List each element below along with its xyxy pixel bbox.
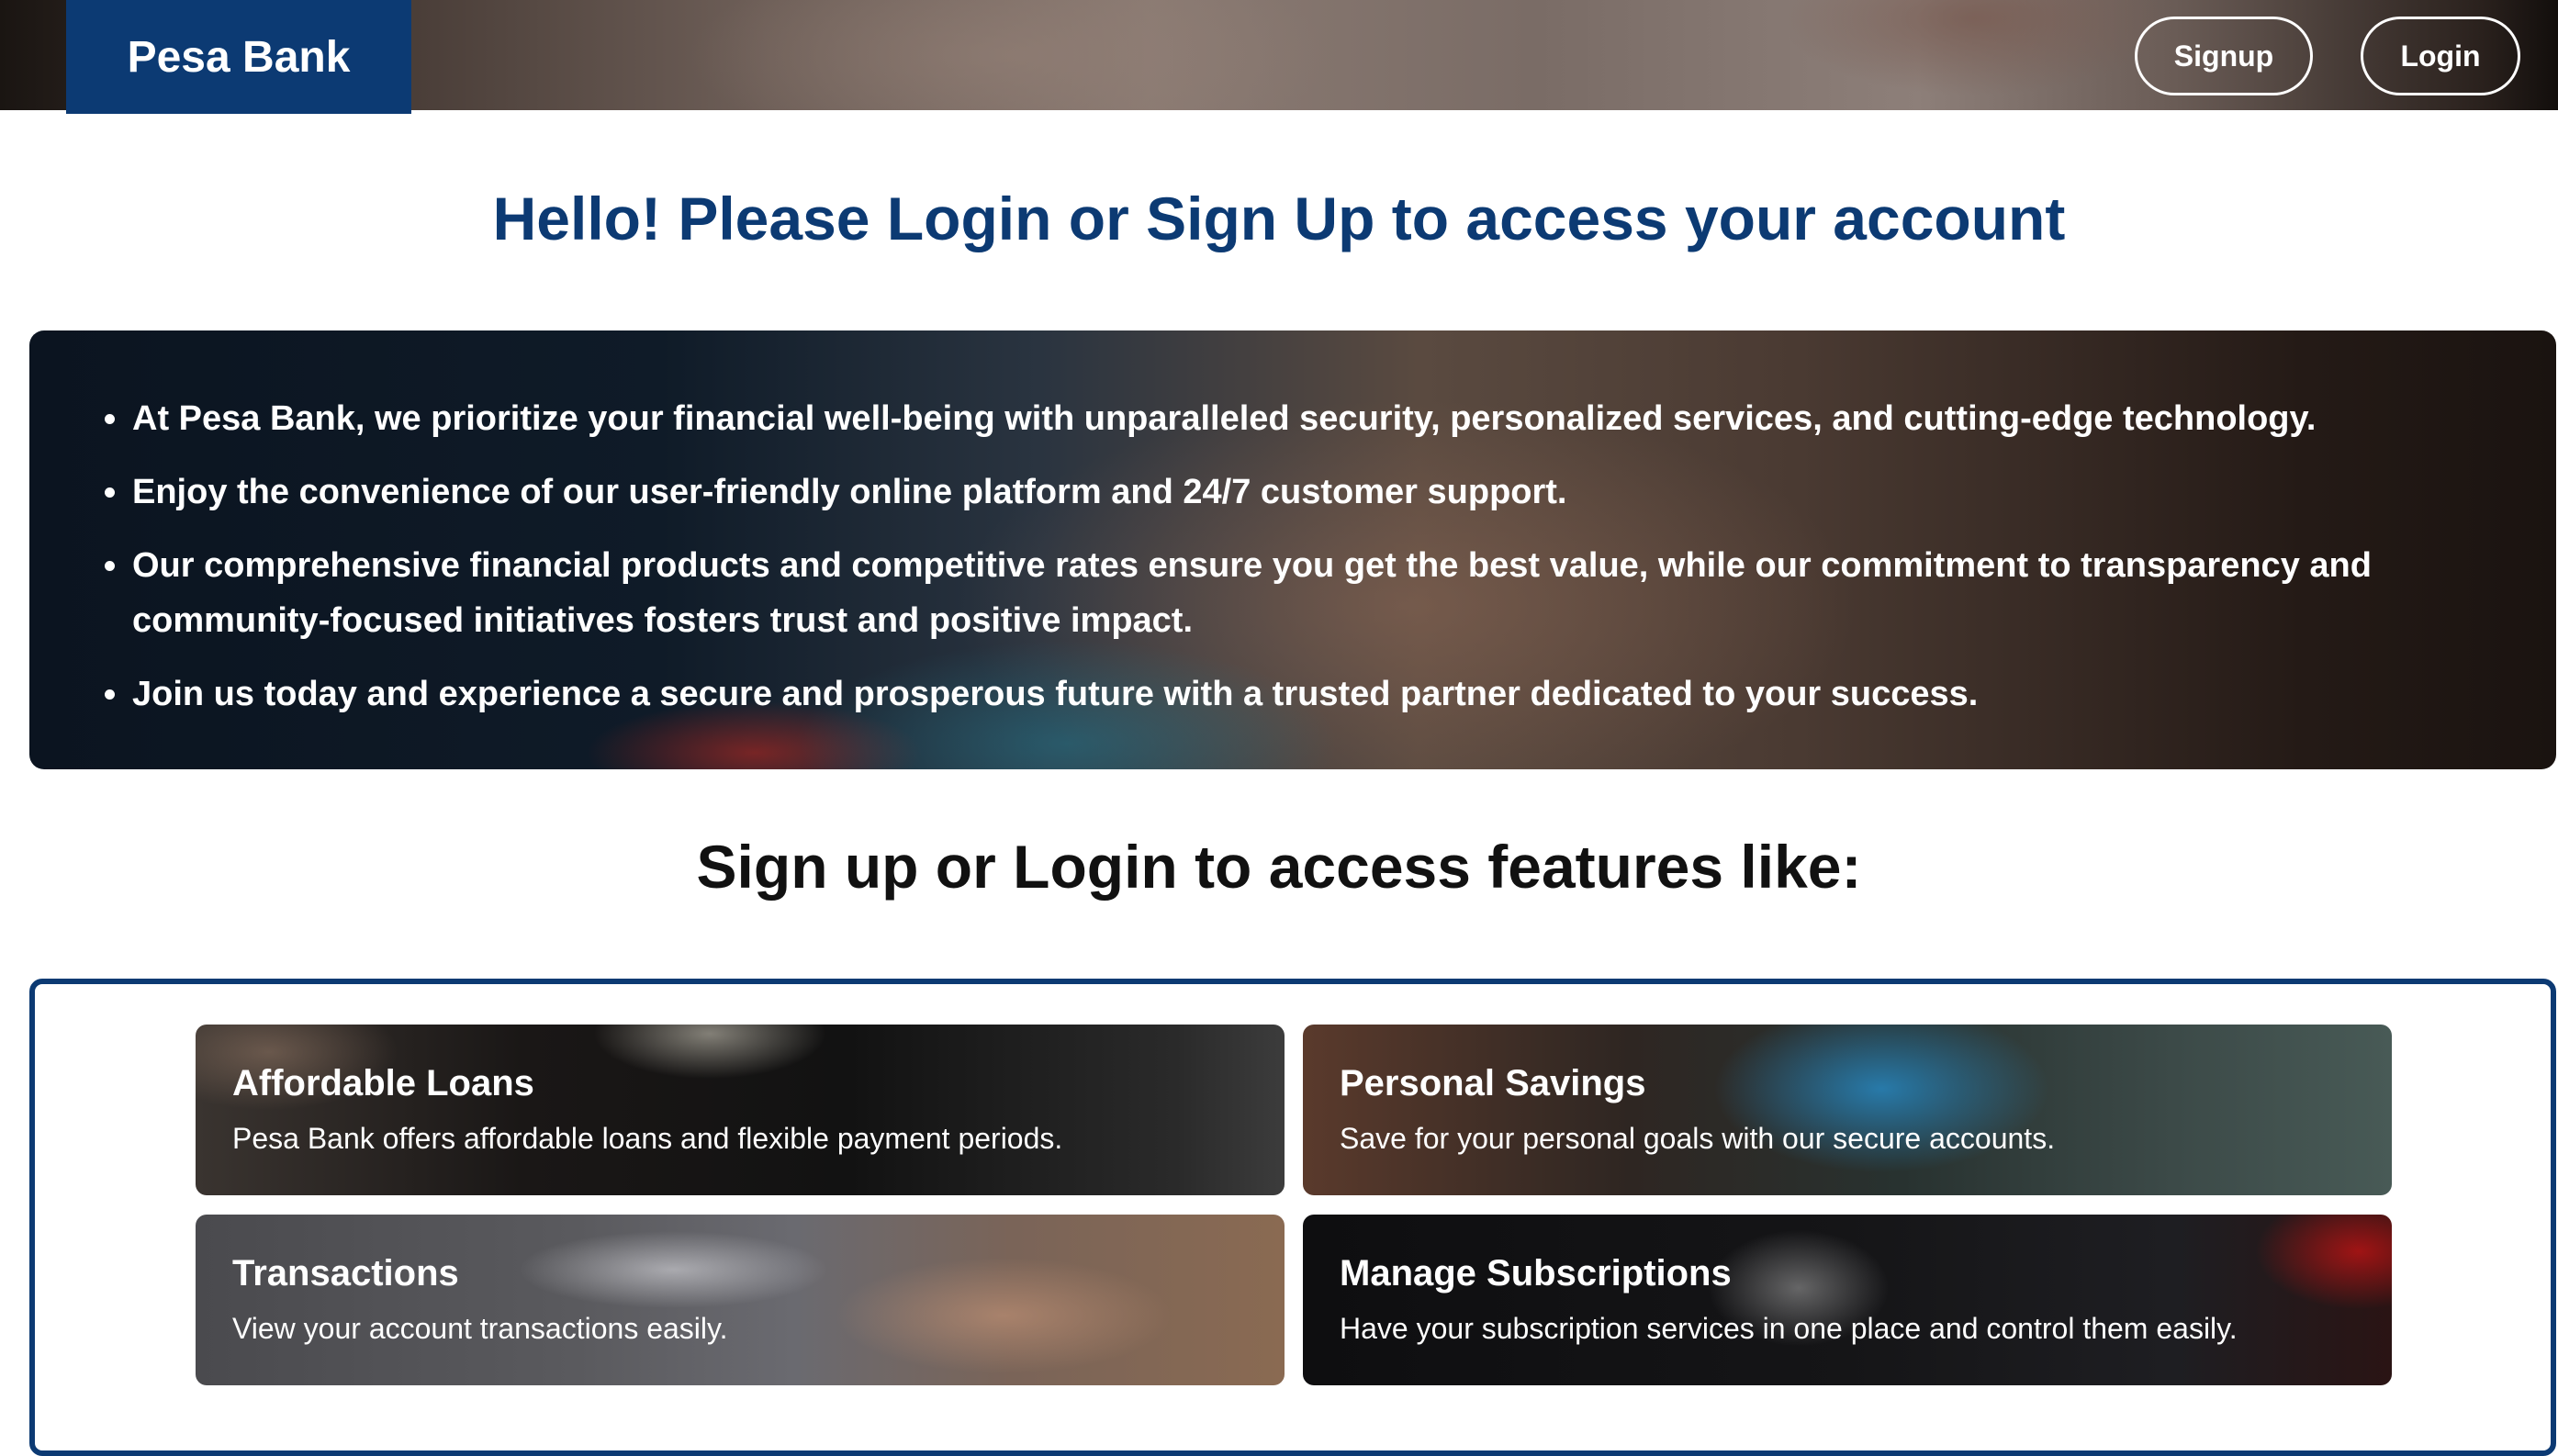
feature-card-description: Pesa Bank offers affordable loans and fl… bbox=[232, 1122, 1063, 1155]
features-heading: Sign up or Login to access features like… bbox=[696, 833, 1862, 901]
feature-card-description: Save for your personal goals with our se… bbox=[1340, 1122, 2056, 1155]
info-list: At Pesa Bank, we prioritize your financi… bbox=[105, 391, 2483, 740]
feature-card-title: Affordable Loans bbox=[232, 1063, 534, 1103]
feature-card-transactions[interactable]: Transactions View your account transacti… bbox=[196, 1215, 1285, 1385]
feature-card-description: View your account transactions easily. bbox=[232, 1312, 728, 1345]
feature-card-subscriptions[interactable]: Manage Subscriptions Have your subscript… bbox=[1303, 1215, 2392, 1385]
page-title: Hello! Please Login or Sign Up to access… bbox=[492, 185, 2066, 252]
info-point: At Pesa Bank, we prioritize your financi… bbox=[105, 391, 2483, 446]
info-panel: At Pesa Bank, we prioritize your financi… bbox=[29, 330, 2556, 769]
feature-card-savings[interactable]: Personal Savings Save for your personal … bbox=[1303, 1025, 2392, 1195]
info-point: Join us today and experience a secure an… bbox=[105, 666, 2483, 722]
signup-button[interactable]: Signup bbox=[2135, 17, 2313, 95]
feature-card-loans[interactable]: Affordable Loans Pesa Bank offers afford… bbox=[196, 1025, 1285, 1195]
feature-card-title: Transactions bbox=[232, 1253, 459, 1294]
feature-card-title: Personal Savings bbox=[1340, 1063, 1646, 1103]
brand-logo[interactable]: Pesa Bank bbox=[66, 0, 411, 114]
info-point: Our comprehensive financial products and… bbox=[105, 538, 2483, 648]
login-button[interactable]: Login bbox=[2361, 17, 2520, 95]
info-point: Enjoy the convenience of our user-friend… bbox=[105, 465, 2483, 520]
feature-card-description: Have your subscription services in one p… bbox=[1340, 1312, 2238, 1345]
feature-card-title: Manage Subscriptions bbox=[1340, 1253, 1732, 1294]
